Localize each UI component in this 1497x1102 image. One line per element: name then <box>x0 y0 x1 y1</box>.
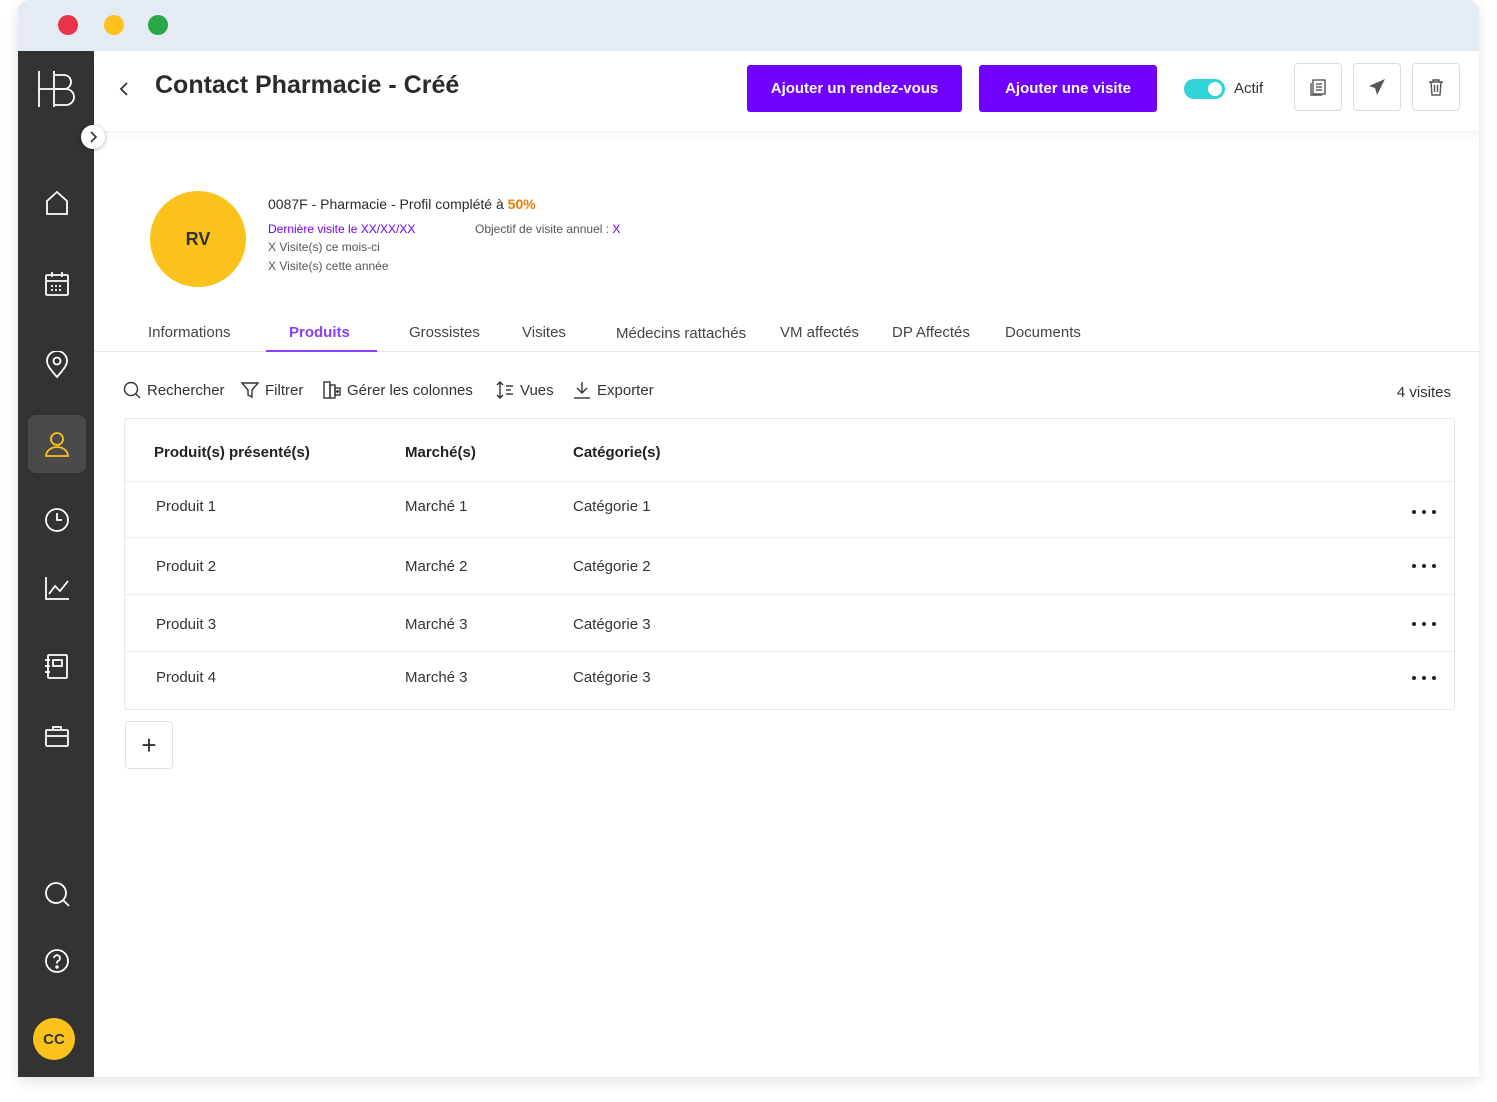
column-header-market[interactable]: Marché(s) <box>405 444 476 461</box>
trash-icon <box>1429 79 1443 96</box>
sidebar: CC <box>18 51 94 1077</box>
nav-stats[interactable] <box>28 559 86 617</box>
manage-columns-tool[interactable]: Gérer les colonnes <box>323 381 473 399</box>
cell-category: Catégorie 3 <box>573 669 651 686</box>
app-window: CC Contact Pharmacie - Créé Ajouter un r… <box>18 0 1479 1077</box>
active-toggle-label: Actif <box>1234 80 1264 97</box>
table-header: Produit(s) présenté(s) Marché(s) Catégor… <box>125 419 1454 482</box>
cell-category: Catégorie 1 <box>573 498 651 515</box>
nav-history[interactable] <box>28 491 86 549</box>
filter-tool[interactable]: Filtrer <box>241 381 303 399</box>
tab-informations[interactable]: Informations <box>148 324 231 341</box>
delete-button[interactable] <box>1412 63 1460 111</box>
close-window-button[interactable] <box>58 15 78 35</box>
download-icon <box>574 382 590 399</box>
table-row[interactable]: Produit 4 Marché 3 Catégorie 3 <box>125 652 1454 709</box>
nav-map[interactable] <box>28 336 86 394</box>
search-icon <box>45 882 70 907</box>
send-button[interactable] <box>1353 63 1401 111</box>
cell-product: Produit 3 <box>156 616 217 633</box>
briefcase-icon <box>45 726 69 747</box>
sort-icon <box>496 381 513 399</box>
send-icon <box>1369 79 1385 95</box>
column-header-category[interactable]: Catégorie(s) <box>573 444 661 461</box>
columns-icon <box>323 381 341 399</box>
user-icon <box>45 432 69 457</box>
nav-portfolio[interactable] <box>28 707 86 765</box>
export-tool[interactable]: Exporter <box>573 381 654 399</box>
table-row[interactable]: Produit 1 Marché 1 Catégorie 1 <box>125 482 1454 538</box>
page-header: Contact Pharmacie - Créé Ajouter un rend… <box>94 51 1479 131</box>
cell-market: Marché 3 <box>405 669 468 686</box>
annual-objective: Objectif de visite annuel : X <box>475 222 621 236</box>
add-visit-button[interactable]: Ajouter une visite <box>979 65 1157 112</box>
row-menu-icon[interactable] <box>1412 504 1436 520</box>
visit-count: 4 visites <box>1396 384 1451 401</box>
duplicate-button[interactable] <box>1294 63 1342 111</box>
search-tool[interactable]: Rechercher <box>123 381 225 399</box>
clock-icon <box>45 508 69 532</box>
views-tool[interactable]: Vues <box>496 381 554 399</box>
visits-month-text: X Visite(s) ce mois-ci <box>268 240 380 254</box>
last-visit-text: Dernière visite le XX/XX/XX <box>268 222 416 236</box>
cell-category: Catégorie 3 <box>573 616 651 633</box>
nav-notes[interactable] <box>28 637 86 695</box>
tab-dp-affectes[interactable]: DP Affectés <box>892 324 970 341</box>
tab-vm-affectes[interactable]: VM affectés <box>780 324 859 341</box>
copy-icon <box>1310 79 1326 96</box>
add-appointment-button[interactable]: Ajouter un rendez-vous <box>747 65 962 112</box>
calendar-icon <box>45 272 69 296</box>
cell-market: Marché 1 <box>405 498 468 515</box>
tab-grossistes[interactable]: Grossistes <box>409 324 480 341</box>
profile-completion: 50% <box>507 196 536 212</box>
sidebar-expand-button[interactable] <box>81 125 105 149</box>
cell-market: Marché 2 <box>405 558 468 575</box>
map-pin-icon <box>46 351 68 379</box>
nav-contacts[interactable] <box>28 415 86 473</box>
logo[interactable] <box>36 69 78 109</box>
cell-product: Produit 2 <box>156 558 217 575</box>
active-tab-indicator <box>266 350 377 352</box>
user-avatar[interactable]: CC <box>33 1018 75 1060</box>
nav-home[interactable] <box>28 174 86 232</box>
add-row-button[interactable]: + <box>125 721 173 769</box>
column-header-product[interactable]: Produit(s) présenté(s) <box>154 444 310 461</box>
cell-category: Catégorie 2 <box>573 558 651 575</box>
profile-avatar: RV <box>150 191 246 287</box>
cell-product: Produit 4 <box>156 669 217 686</box>
search-icon <box>123 381 141 399</box>
profile-summary: 0087F - Pharmacie - Profil complété à 50… <box>268 196 536 212</box>
cell-product: Produit 1 <box>156 498 217 515</box>
chart-icon <box>45 577 69 600</box>
tab-medecins[interactable]: Médecins rattachés <box>616 325 746 342</box>
table-row[interactable]: Produit 3 Marché 3 Catégorie 3 <box>125 595 1454 652</box>
minimize-window-button[interactable] <box>104 15 124 35</box>
nav-search[interactable] <box>28 865 86 923</box>
notebook-icon <box>45 654 68 679</box>
row-menu-icon[interactable] <box>1412 670 1436 686</box>
tab-bar: Informations Produits Grossistes Visites… <box>94 320 1479 352</box>
cell-market: Marché 3 <box>405 616 468 633</box>
title-bar <box>18 0 1479 51</box>
nav-calendar[interactable] <box>28 255 86 313</box>
home-icon <box>46 190 68 215</box>
tab-produits[interactable]: Produits <box>289 324 350 341</box>
filter-icon <box>241 382 259 399</box>
active-toggle[interactable] <box>1184 79 1225 99</box>
maximize-window-button[interactable] <box>148 15 168 35</box>
row-menu-icon[interactable] <box>1412 616 1436 632</box>
chevron-right-icon <box>90 131 98 143</box>
tab-visites[interactable]: Visites <box>522 324 566 341</box>
row-menu-icon[interactable] <box>1412 558 1436 574</box>
table-row[interactable]: Produit 2 Marché 2 Catégorie 2 <box>125 538 1454 595</box>
tab-documents[interactable]: Documents <box>1005 324 1081 341</box>
back-chevron-icon[interactable] <box>116 79 132 99</box>
visits-year-text: X Visite(s) cette année <box>268 259 389 273</box>
products-table: Produit(s) présenté(s) Marché(s) Catégor… <box>124 418 1455 710</box>
help-icon <box>45 949 69 973</box>
page-title: Contact Pharmacie - Créé <box>155 71 460 99</box>
nav-help[interactable] <box>28 932 86 990</box>
